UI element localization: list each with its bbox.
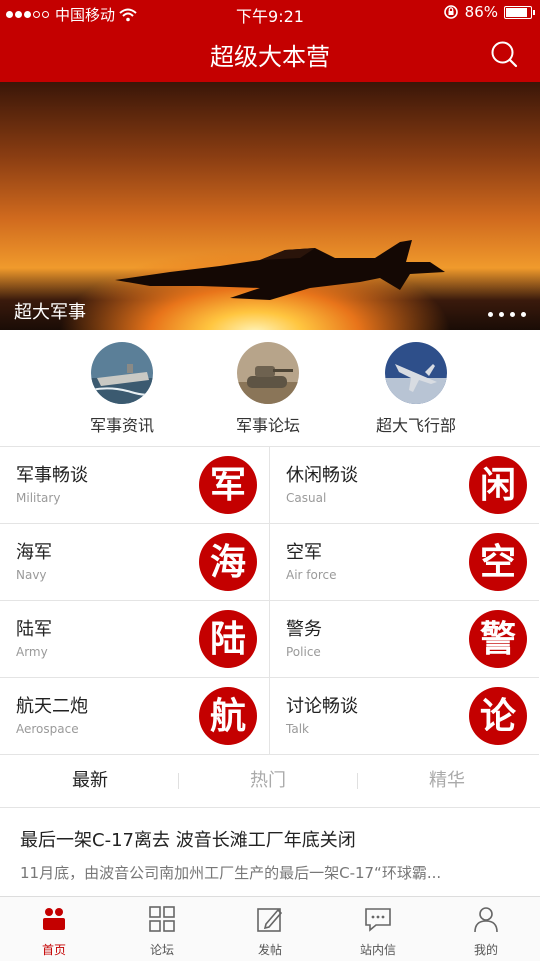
hero-banner[interactable]: 超大军事 bbox=[0, 82, 540, 330]
shortcut-flight-dept[interactable]: 超大飞行部 bbox=[336, 342, 496, 436]
search-icon[interactable] bbox=[490, 40, 518, 68]
grid-icon bbox=[149, 906, 175, 932]
article-summary: 11月底，由波音公司南加州工厂生产的最后一架C-17“环球霸... bbox=[20, 864, 442, 882]
pager-dot[interactable] bbox=[499, 312, 504, 317]
article-item[interactable]: 最后一架C-17离去 波音长滩工厂年底关闭 11月底，由波音公司南加州工厂生产的… bbox=[0, 808, 540, 896]
category-name: 陆军 bbox=[16, 619, 52, 640]
home-icon bbox=[43, 908, 65, 930]
category-badge: 军 bbox=[199, 456, 257, 514]
category-aerospace[interactable]: 航天二炮 Aerospace 航 bbox=[0, 678, 270, 755]
category-subtitle: Army bbox=[16, 645, 48, 659]
category-name: 海军 bbox=[16, 542, 52, 563]
category-military[interactable]: 军事畅谈 Military 军 bbox=[0, 447, 270, 524]
nav-label: 站内信 bbox=[359, 943, 396, 957]
fighter-jet-thumbnail bbox=[385, 342, 447, 404]
pager-dot[interactable] bbox=[510, 312, 515, 317]
category-subtitle: Casual bbox=[286, 491, 327, 505]
battery-icon bbox=[504, 5, 535, 19]
category-badge: 论 bbox=[469, 687, 527, 745]
orientation-lock-icon bbox=[443, 5, 458, 19]
nav-label: 我的 bbox=[473, 943, 498, 957]
battery-group: 86% bbox=[443, 3, 535, 21]
banner-pager[interactable] bbox=[488, 312, 526, 317]
nav-home[interactable]: 首页 bbox=[0, 897, 108, 961]
aircraft-carrier-thumbnail bbox=[91, 342, 153, 404]
compose-icon bbox=[257, 908, 283, 932]
category-subtitle: Police bbox=[286, 645, 321, 659]
category-badge: 海 bbox=[199, 533, 257, 591]
shortcut-military-forum[interactable]: 军事论坛 bbox=[188, 342, 348, 436]
category-navy[interactable]: 海军 Navy 海 bbox=[0, 524, 270, 601]
shortcut-label: 军事论坛 bbox=[235, 416, 300, 435]
shortcut-row: 军事资讯 军事论坛 超大飞行部 bbox=[0, 330, 540, 446]
category-badge: 警 bbox=[469, 610, 527, 668]
category-badge: 陆 bbox=[199, 610, 257, 668]
category-grid: 军事畅谈 Military 军 休闲畅谈 Casual 闲 海军 Navy 海 … bbox=[0, 446, 540, 755]
status-bar: 中国移动 下午9:21 86% bbox=[0, 0, 540, 26]
battery-percent: 86% bbox=[464, 3, 498, 21]
nav-label: 论坛 bbox=[149, 943, 174, 957]
category-name: 讨论畅谈 bbox=[286, 696, 358, 717]
nav-forum[interactable]: 论坛 bbox=[108, 897, 216, 961]
nav-label: 首页 bbox=[41, 943, 66, 957]
nav-label: 发帖 bbox=[257, 943, 282, 957]
category-name: 航天二炮 bbox=[16, 696, 88, 717]
nav-profile[interactable]: 我的 bbox=[432, 897, 540, 961]
pager-dot[interactable] bbox=[488, 312, 493, 317]
tab-featured[interactable]: 精华 bbox=[357, 755, 537, 807]
shortcut-label: 军事资讯 bbox=[89, 416, 154, 435]
banner-caption: 超大军事 bbox=[14, 302, 86, 323]
category-badge: 空 bbox=[469, 533, 527, 591]
category-subtitle: Air force bbox=[286, 568, 337, 582]
category-talk[interactable]: 讨论畅谈 Talk 论 bbox=[270, 678, 539, 755]
category-name: 警务 bbox=[286, 619, 322, 640]
nav-messages[interactable]: 站内信 bbox=[324, 897, 432, 961]
app-header: 超级大本营 bbox=[0, 26, 540, 82]
category-casual[interactable]: 休闲畅谈 Casual 闲 bbox=[270, 447, 539, 524]
bottom-nav: 首页 论坛 发帖 站内信 我的 bbox=[0, 896, 540, 961]
message-icon bbox=[365, 908, 391, 932]
category-badge: 闲 bbox=[469, 456, 527, 514]
category-subtitle: Navy bbox=[16, 568, 47, 582]
category-name: 休闲畅谈 bbox=[286, 465, 358, 486]
category-air-force[interactable]: 空军 Air force 空 bbox=[270, 524, 539, 601]
page-title: 超级大本营 bbox=[210, 43, 330, 71]
shortcut-label: 超大飞行部 bbox=[375, 416, 456, 435]
tank-thumbnail bbox=[237, 342, 299, 404]
tab-latest[interactable]: 最新 bbox=[0, 755, 180, 807]
category-subtitle: Talk bbox=[286, 722, 309, 736]
category-army[interactable]: 陆军 Army 陆 bbox=[0, 601, 270, 678]
category-name: 空军 bbox=[286, 542, 322, 563]
profile-icon bbox=[474, 907, 498, 933]
category-name: 军事畅谈 bbox=[16, 465, 88, 486]
category-badge: 航 bbox=[199, 687, 257, 745]
category-subtitle: Military bbox=[16, 491, 61, 505]
category-subtitle: Aerospace bbox=[16, 722, 79, 736]
nav-post[interactable]: 发帖 bbox=[216, 897, 324, 961]
fighter-jet-silhouette bbox=[115, 240, 445, 300]
pager-dot[interactable] bbox=[521, 312, 526, 317]
category-police[interactable]: 警务 Police 警 bbox=[270, 601, 539, 678]
shortcut-military-news[interactable]: 军事资讯 bbox=[42, 342, 202, 436]
article-headline[interactable]: 最后一架C-17离去 波音长滩工厂年底关闭 bbox=[20, 826, 356, 852]
feed-tabs: 最新 热门 精华 bbox=[0, 755, 540, 808]
tab-hot[interactable]: 热门 bbox=[178, 755, 358, 807]
